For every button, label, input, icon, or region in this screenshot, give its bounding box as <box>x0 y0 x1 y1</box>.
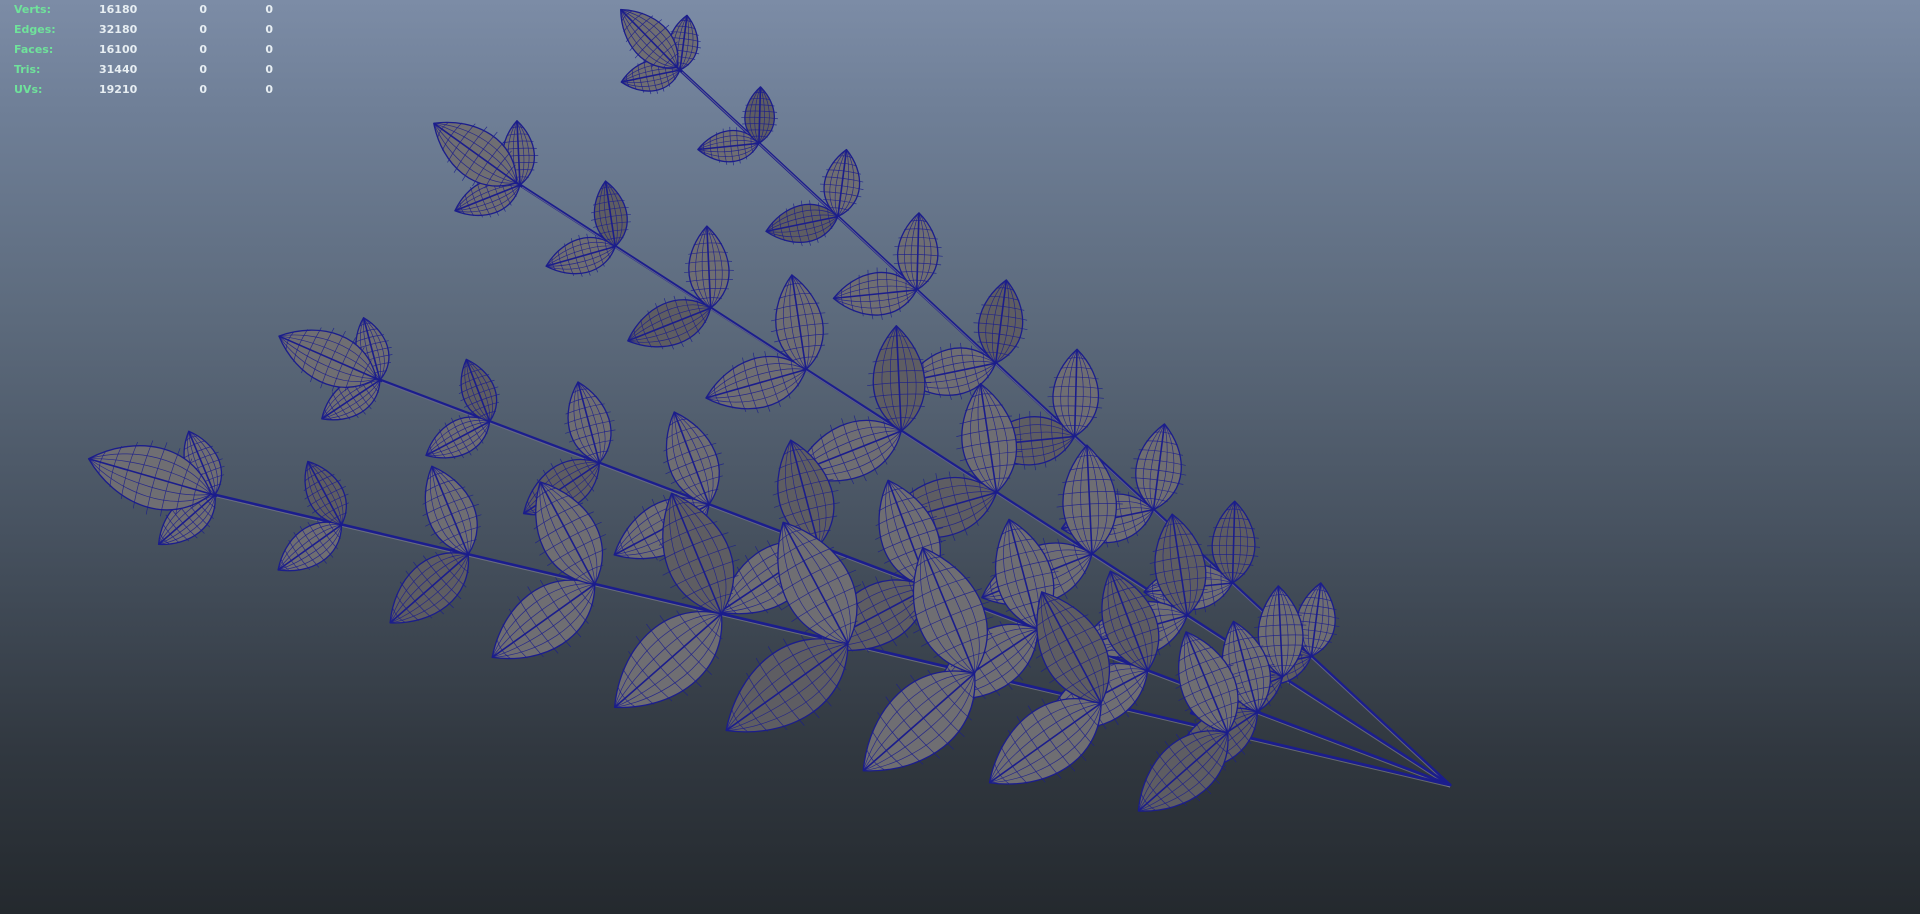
fern-branch-wireframe-model[interactable] <box>0 0 1920 914</box>
leaf-mesh[interactable] <box>553 375 624 469</box>
3d-viewport[interactable]: Verts: 16180 0 0 Edges: 32180 0 0 Faces:… <box>0 0 1920 914</box>
leaf-mesh[interactable] <box>447 352 508 428</box>
leaf-mesh[interactable] <box>864 324 933 432</box>
leaf-group <box>87 8 1340 812</box>
leaf-mesh[interactable] <box>682 225 736 309</box>
leaf-mesh[interactable] <box>646 401 737 515</box>
